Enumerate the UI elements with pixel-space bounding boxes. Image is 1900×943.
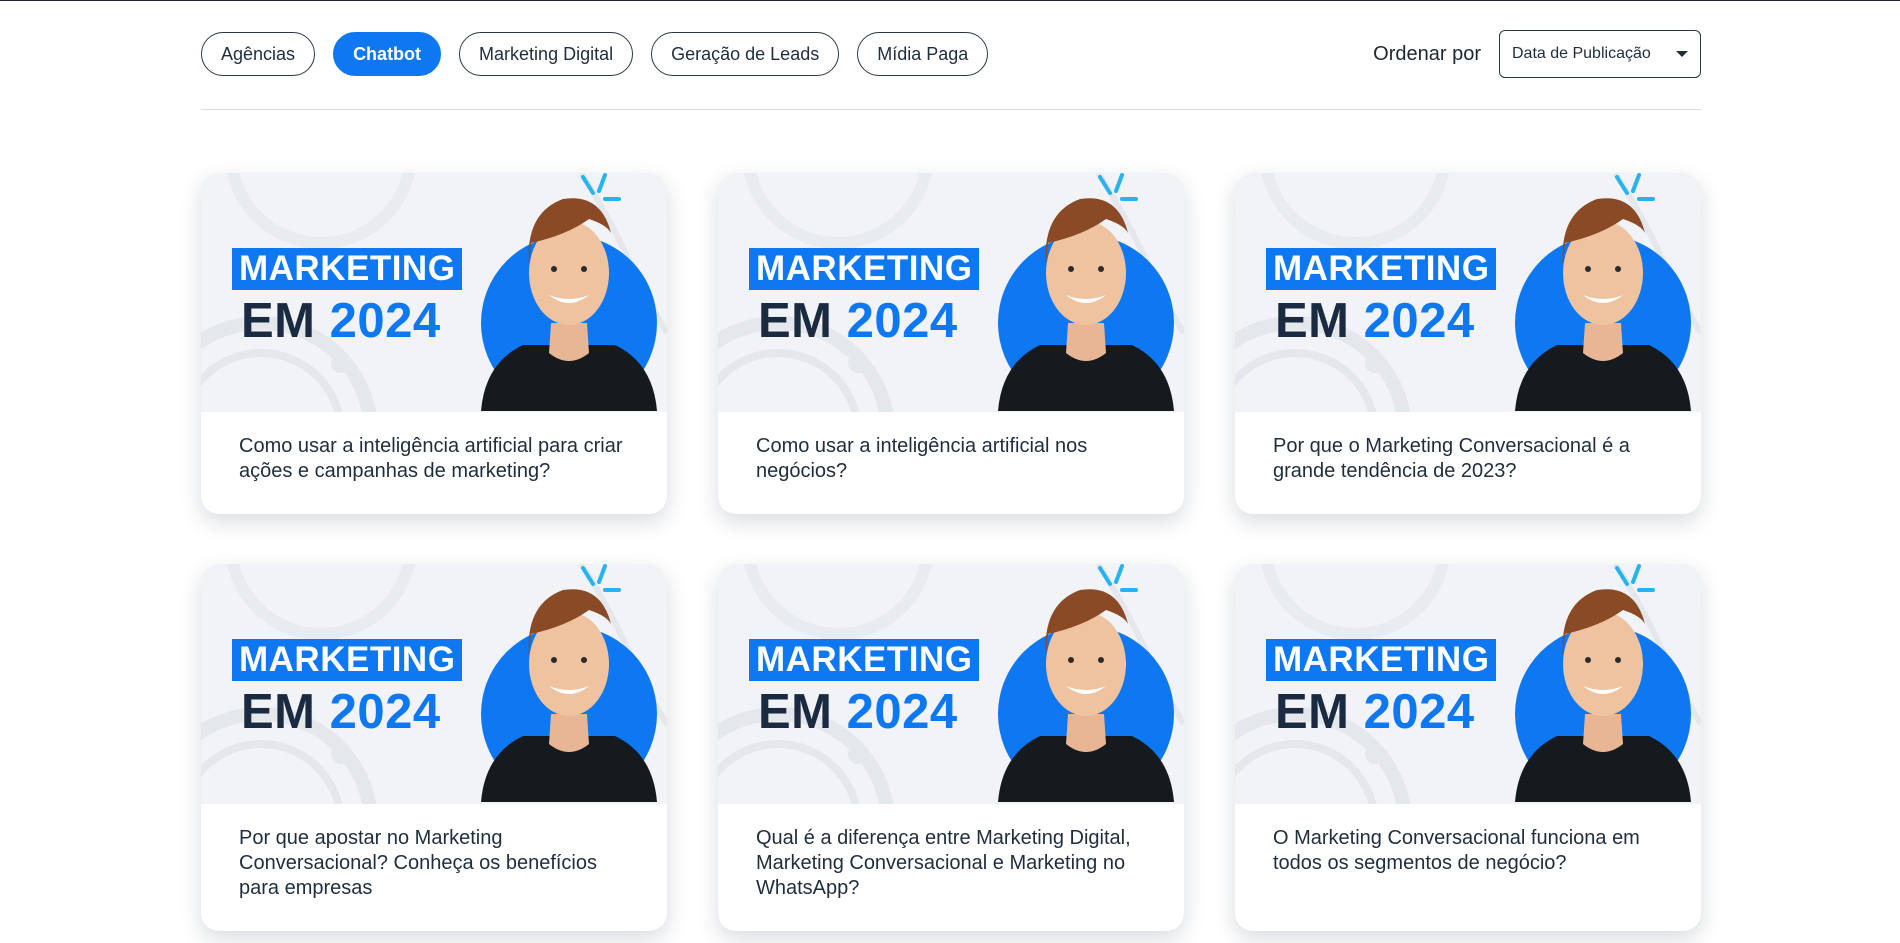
thumbnail-title-line1: MARKETING [232,248,463,290]
thumbnail-title-line1: MARKETING [749,248,980,290]
post-thumbnail[interactable]: MARKETING EM 2024 [1235,564,1701,804]
thumbnail-title-line2: EM 2024 [1275,686,1475,738]
thumbnail-title-line2: EM 2024 [758,295,958,347]
post-card[interactable]: MARKETING EM 2024 Qual é a diferença ent… [718,564,1184,931]
presenter-portrait [998,173,1174,411]
post-grid: MARKETING EM 2024 Como usar a inteligênc… [201,173,1701,931]
post-card-body: Por que apostar no Marketing Conversacio… [201,804,667,931]
post-card-body: O Marketing Conversacional funciona em t… [1235,804,1701,906]
presenter-portrait [998,564,1174,802]
thumbnail-title-line1: MARKETING [1266,639,1497,681]
filter-midia-paga[interactable]: Mídia Paga [857,32,989,76]
sort-label: Ordenar por [1373,42,1481,65]
divider [201,109,1701,110]
post-title[interactable]: Por que apostar no Marketing Conversacio… [239,826,629,901]
presenter-portrait [481,564,657,802]
sort-selected-value: Data de Publicação [1512,45,1651,62]
post-card-body: Como usar a inteligência artificial nos … [718,412,1184,514]
post-title[interactable]: O Marketing Conversacional funciona em t… [1273,826,1663,876]
sort-select[interactable]: Data de Publicação [1499,30,1701,78]
post-title[interactable]: Como usar a inteligência artificial para… [239,434,629,484]
thumbnail-title-year: 2024 [846,685,958,739]
thumbnail-title-em: EM [241,294,316,348]
chevron-down-icon [1676,51,1688,57]
post-card[interactable]: MARKETING EM 2024 Por que o Marketing Co… [1235,173,1701,514]
thumbnail-title-year: 2024 [1363,294,1475,348]
presenter-portrait [1515,173,1691,411]
filter-marketing-digital[interactable]: Marketing Digital [459,32,634,76]
post-card-body: Qual é a diferença entre Marketing Digit… [718,804,1184,931]
thumbnail-title-year: 2024 [1363,685,1475,739]
thumbnail-title-line1: MARKETING [1266,248,1497,290]
thumbnail-title-line2: EM 2024 [241,295,441,347]
post-thumbnail[interactable]: MARKETING EM 2024 [718,173,1184,412]
post-thumbnail[interactable]: MARKETING EM 2024 [718,564,1184,804]
post-thumbnail[interactable]: MARKETING EM 2024 [201,564,667,804]
thumbnail-title-line2: EM 2024 [758,686,958,738]
filter-chatbot[interactable]: Chatbot [333,32,442,76]
post-card[interactable]: MARKETING EM 2024 Como usar a inteligênc… [718,173,1184,514]
post-card[interactable]: MARKETING EM 2024 Por que apostar no Mar… [201,564,667,931]
filter-agencias[interactable]: Agências [201,32,316,76]
thumbnail-title-line1: MARKETING [232,639,463,681]
thumbnail-title-year: 2024 [329,685,441,739]
thumbnail-title-line1: MARKETING [749,639,980,681]
thumbnail-title-em: EM [758,685,833,739]
post-thumbnail[interactable]: MARKETING EM 2024 [201,173,667,412]
post-title[interactable]: Qual é a diferença entre Marketing Digit… [756,826,1146,901]
post-title[interactable]: Por que o Marketing Conversacional é a g… [1273,434,1663,484]
thumbnail-title-em: EM [758,294,833,348]
post-thumbnail[interactable]: MARKETING EM 2024 [1235,173,1701,412]
post-card-body: Como usar a inteligência artificial para… [201,412,667,514]
thumbnail-title-year: 2024 [329,294,441,348]
sort-control: Ordenar por Data de Publicação [1373,30,1701,78]
post-card-body: Por que o Marketing Conversacional é a g… [1235,412,1701,514]
thumbnail-title-line2: EM 2024 [241,686,441,738]
post-card[interactable]: MARKETING EM 2024 Como usar a inteligênc… [201,173,667,514]
thumbnail-title-em: EM [241,685,316,739]
presenter-portrait [481,173,657,411]
presenter-portrait [1515,564,1691,802]
top-border [0,0,1900,1]
post-card[interactable]: MARKETING EM 2024 O Marketing Conversaci… [1235,564,1701,931]
thumbnail-title-year: 2024 [846,294,958,348]
category-filters: Agências Chatbot Marketing Digital Geraç… [201,32,989,76]
thumbnail-title-line2: EM 2024 [1275,295,1475,347]
thumbnail-title-em: EM [1275,294,1350,348]
filter-geracao-de-leads[interactable]: Geração de Leads [651,32,840,76]
post-title[interactable]: Como usar a inteligência artificial nos … [756,434,1146,484]
thumbnail-title-em: EM [1275,685,1350,739]
